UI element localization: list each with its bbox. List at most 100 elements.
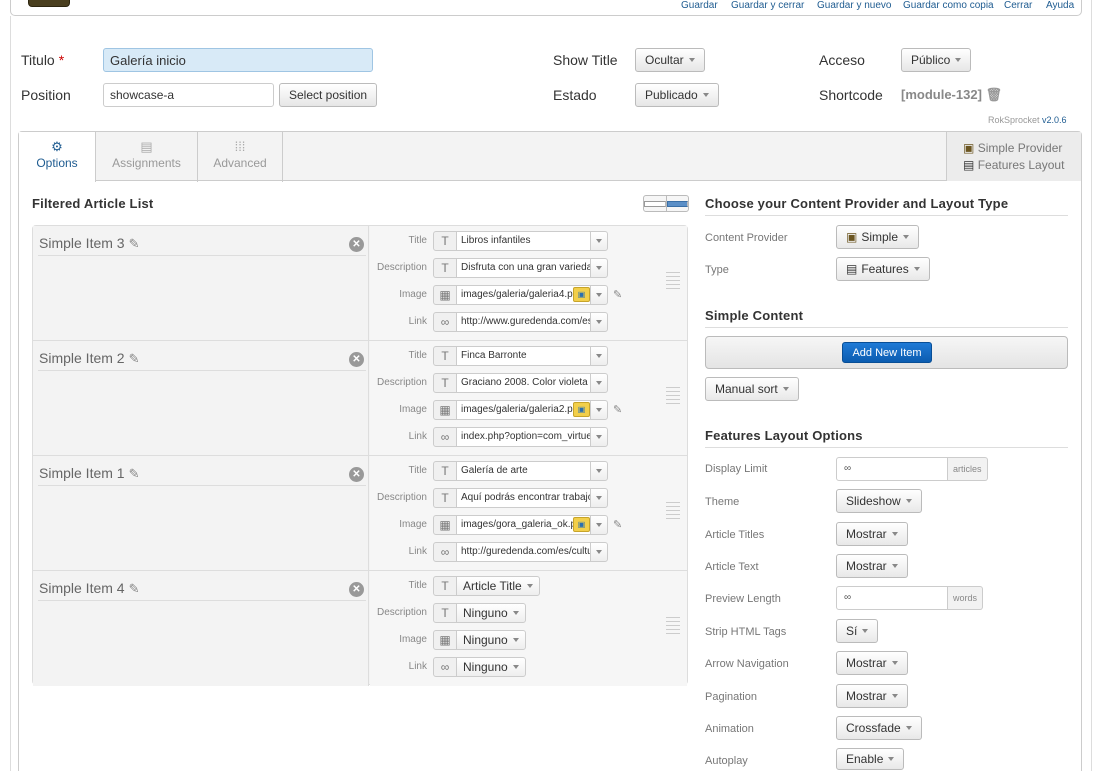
- tab-options[interactable]: ⚙ Options: [19, 132, 96, 182]
- provider-icon: ▣: [846, 230, 858, 244]
- content-provider-select[interactable]: ▣ Simple: [836, 225, 920, 249]
- expanded-view-icon[interactable]: [666, 196, 688, 211]
- estado-select[interactable]: Publicado: [635, 83, 719, 107]
- item-name[interactable]: Simple Item 2 ✎: [39, 350, 140, 367]
- edit-icon[interactable]: ✎: [613, 288, 622, 301]
- drag-handle-icon[interactable]: [666, 387, 680, 407]
- pencil-icon[interactable]: ✎: [129, 466, 140, 481]
- type-select[interactable]: ▤ Features: [836, 257, 930, 281]
- view-toggle[interactable]: [643, 195, 689, 212]
- image-icon: ▦: [433, 515, 457, 535]
- field-dropdown[interactable]: [590, 542, 608, 562]
- edit-icon[interactable]: ✎: [613, 518, 622, 531]
- item-name[interactable]: Simple Item 4 ✎: [39, 580, 140, 597]
- article-titles-label: Article Titles: [705, 529, 765, 541]
- remove-item-icon[interactable]: ✕: [349, 352, 364, 367]
- animation-label: Animation: [705, 723, 754, 735]
- trash-icon[interactable]: 🗑: [986, 87, 1003, 102]
- save-button[interactable]: Guardar: [681, 0, 718, 11]
- field-dropdown[interactable]: [590, 373, 608, 393]
- image-picker-icon[interactable]: ▣: [573, 402, 590, 417]
- drag-handle-icon[interactable]: [666, 502, 680, 522]
- sliders-icon: ⁞⁞⁞: [234, 139, 246, 154]
- drag-handle-icon[interactable]: [666, 617, 680, 637]
- item-name[interactable]: Simple Item 1 ✎: [39, 465, 140, 482]
- pencil-icon[interactable]: ✎: [129, 236, 140, 251]
- item-title-input[interactable]: Finca Barronte: [456, 346, 591, 366]
- pencil-icon[interactable]: ✎: [129, 351, 140, 366]
- tab-advanced[interactable]: ⁞⁞⁞ Advanced: [198, 132, 283, 182]
- close-button[interactable]: Cerrar: [1004, 0, 1032, 11]
- type-label: Type: [705, 264, 729, 276]
- position-label: Position: [21, 87, 71, 103]
- item-image-select[interactable]: Ninguno: [456, 630, 526, 650]
- add-new-item-button[interactable]: Add New Item: [842, 342, 932, 363]
- text-icon: T: [433, 346, 457, 366]
- strip-html-select[interactable]: Sí: [836, 619, 879, 643]
- field-dropdown[interactable]: [590, 312, 608, 332]
- autoplay-select[interactable]: Enable: [836, 748, 905, 770]
- item-link-input[interactable]: http://guredenda.com/es/cultu: [456, 542, 591, 562]
- image-picker-icon[interactable]: ▣: [573, 517, 590, 532]
- divider: [705, 215, 1068, 216]
- remove-item-icon[interactable]: ✕: [349, 582, 364, 597]
- save-close-button[interactable]: Guardar y cerrar: [731, 0, 804, 11]
- item-description-input[interactable]: Disfruta con una gran variedad: [456, 258, 591, 278]
- field-dropdown[interactable]: [590, 400, 608, 420]
- save-copy-button[interactable]: Guardar como copia: [903, 0, 994, 11]
- item-link-input[interactable]: http://www.guredenda.com/es/: [456, 312, 591, 332]
- field-dropdown[interactable]: [590, 488, 608, 508]
- item-description-select[interactable]: Ninguno: [456, 603, 526, 623]
- field-dropdown[interactable]: [590, 346, 608, 366]
- chevron-down-icon: [688, 58, 695, 62]
- image-picker-icon[interactable]: ▣: [573, 287, 590, 302]
- item-image-input[interactable]: images/gora_galeria_ok.png: [456, 515, 591, 535]
- field-dropdown[interactable]: [590, 427, 608, 447]
- acceso-select[interactable]: Público: [901, 48, 972, 72]
- field-dropdown[interactable]: [590, 515, 608, 535]
- list-icon: ▤: [140, 139, 153, 154]
- title-input[interactable]: Galería inicio: [103, 48, 373, 72]
- field-dropdown[interactable]: [590, 285, 608, 305]
- item-name[interactable]: Simple Item 3 ✎: [39, 235, 140, 252]
- select-position-button[interactable]: Select position: [279, 83, 378, 107]
- tab-assignments[interactable]: ▤ Assignments: [96, 132, 198, 182]
- item-description-input[interactable]: Graciano 2008. Color violeta inte: [456, 373, 591, 393]
- item-link-select[interactable]: Ninguno: [456, 657, 526, 677]
- pagination-select[interactable]: Mostrar: [836, 684, 908, 708]
- item-title-input[interactable]: Libros infantiles: [456, 231, 591, 251]
- article-titles-select[interactable]: Mostrar: [836, 522, 908, 546]
- shortcode-value: [module-132] 🗑: [901, 87, 1003, 102]
- list-item: Simple Item 3 ✎ ✕ Title T Libros infantiles…: [33, 226, 687, 341]
- item-description-input[interactable]: Aquí podrás encontrar trabajos: [456, 488, 591, 508]
- drag-handle-icon[interactable]: [666, 272, 680, 292]
- remove-item-icon[interactable]: ✕: [349, 237, 364, 252]
- show-title-select[interactable]: Ocultar: [635, 48, 705, 72]
- item-link-input[interactable]: index.php?option=com_virtuema: [456, 427, 591, 447]
- field-dropdown[interactable]: [590, 231, 608, 251]
- image-icon: ▦: [433, 630, 457, 650]
- theme-select[interactable]: Slideshow: [836, 489, 922, 513]
- field-dropdown[interactable]: [590, 258, 608, 278]
- field-dropdown[interactable]: [590, 461, 608, 481]
- help-button[interactable]: Ayuda: [1046, 0, 1074, 11]
- item-title-input[interactable]: Galería de arte: [456, 461, 591, 481]
- display-limit-input[interactable]: ∞ articles: [836, 457, 988, 481]
- edit-icon[interactable]: ✎: [613, 403, 622, 416]
- preview-length-input[interactable]: ∞ words: [836, 586, 984, 610]
- article-text-select[interactable]: Mostrar: [836, 554, 908, 578]
- remove-item-icon[interactable]: ✕: [349, 467, 364, 482]
- arrow-navigation-select[interactable]: Mostrar: [836, 651, 908, 675]
- manual-sort-select[interactable]: Manual sort: [705, 377, 799, 401]
- item-title-select[interactable]: Article Title: [456, 576, 540, 596]
- app-logo: [28, 0, 70, 7]
- filtered-article-list-title: Filtered Article List: [32, 196, 154, 211]
- animation-select[interactable]: Crossfade: [836, 716, 922, 740]
- collapsed-view-icon[interactable]: [644, 196, 667, 211]
- save-new-button[interactable]: Guardar y nuevo: [817, 0, 892, 11]
- position-input[interactable]: showcase-a: [103, 83, 274, 107]
- item-image-input[interactable]: images/galeria/galeria4.png: [456, 285, 591, 305]
- pencil-icon[interactable]: ✎: [129, 581, 140, 596]
- item-image-input[interactable]: images/galeria/galeria2.png: [456, 400, 591, 420]
- content-provider-label: Content Provider: [705, 232, 788, 244]
